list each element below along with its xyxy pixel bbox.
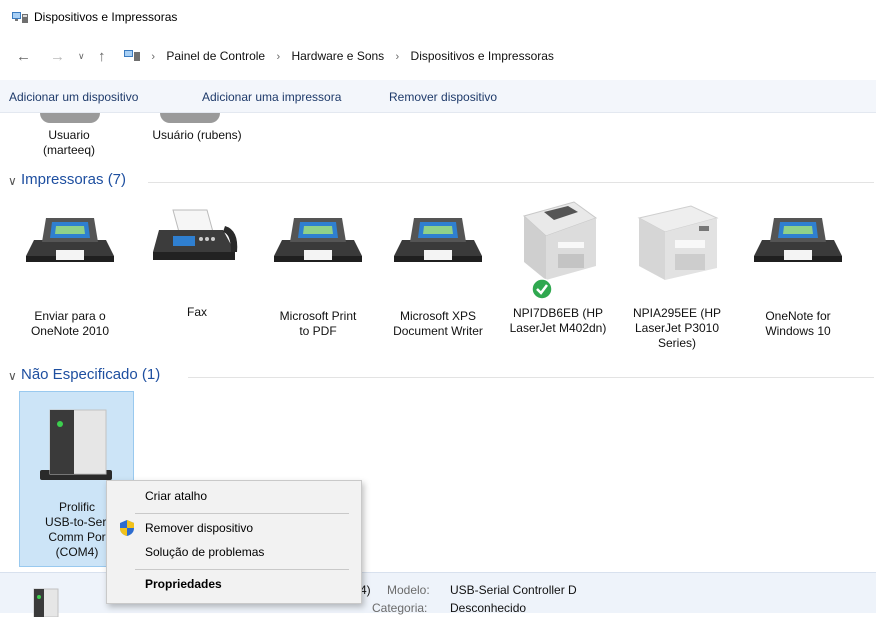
title-bar: Dispositivos e Impressoras bbox=[0, 0, 876, 34]
details-category-label: Categoria: bbox=[372, 601, 428, 615]
remove-device-button[interactable]: Remover dispositivo bbox=[389, 90, 497, 104]
group-header-printers[interactable]: Impressoras (7) bbox=[21, 171, 126, 188]
device-label: LaserJet P3010 bbox=[634, 321, 720, 335]
device-label: Series) bbox=[657, 336, 696, 350]
group-header-unspecified[interactable]: Não Especificado (1) bbox=[21, 366, 160, 383]
printer-icon bbox=[394, 218, 482, 262]
add-device-button[interactable]: Adicionar um dispositivo bbox=[9, 90, 138, 104]
breadcrumb-item-devices[interactable]: Dispositivos e Impressoras bbox=[411, 49, 554, 63]
fax-icon bbox=[153, 209, 238, 260]
printer-icon bbox=[26, 218, 114, 262]
details-category-value: Desconhecido bbox=[450, 601, 527, 615]
add-printer-button[interactable]: Adicionar uma impressora bbox=[202, 90, 341, 104]
device-xps-writer[interactable]: Microsoft XPS Document Writer bbox=[378, 212, 498, 339]
window-title: Dispositivos e Impressoras bbox=[34, 10, 178, 24]
device-label: Usuário (rubens) bbox=[152, 128, 242, 142]
device-label: Windows 10 bbox=[765, 324, 831, 338]
details-model-value: USB-Serial Controller D bbox=[450, 583, 577, 597]
device-label: Usuario bbox=[48, 128, 90, 142]
device-label: Microsoft XPS bbox=[399, 309, 477, 323]
device-user-rubens[interactable]: Usuário (rubens) bbox=[137, 128, 257, 143]
back-arrow-icon[interactable]: ← bbox=[16, 48, 31, 65]
breadcrumb-separator-icon: › bbox=[395, 51, 400, 63]
command-bar: Adicionar um dispositivo Adicionar uma i… bbox=[0, 80, 876, 113]
device-label: NPI7DB6EB (HP bbox=[512, 306, 604, 320]
device-label: Microsoft Print bbox=[279, 309, 357, 323]
device-onenote-win10[interactable]: OneNote for Windows 10 bbox=[738, 212, 858, 339]
usb-device-icon bbox=[33, 588, 59, 617]
group-divider bbox=[148, 182, 874, 183]
user-avatar-icon bbox=[40, 113, 100, 123]
default-printer-check-icon bbox=[531, 278, 553, 300]
device-label: Enviar para o bbox=[34, 309, 106, 323]
breadcrumb-separator-icon: › bbox=[151, 51, 156, 63]
breadcrumb: › Painel de Controle › Hardware e Sons ›… bbox=[124, 48, 554, 63]
device-print-to-pdf[interactable]: Microsoft Print to PDF bbox=[258, 212, 378, 339]
forward-arrow-icon[interactable]: → bbox=[50, 48, 65, 65]
menu-item-remove-device[interactable]: Remover dispositivo bbox=[145, 521, 253, 535]
details-model-label: Modelo: bbox=[387, 583, 430, 597]
device-label: (marteeq) bbox=[42, 143, 95, 157]
laser-printer-icon bbox=[522, 201, 598, 280]
breadcrumb-separator-icon: › bbox=[276, 51, 281, 63]
device-label: Document Writer bbox=[393, 324, 483, 338]
printer-icon bbox=[754, 218, 842, 262]
uac-shield-icon bbox=[120, 520, 134, 536]
menu-separator bbox=[135, 513, 349, 514]
context-menu: Criar atalho Remover dispositivo Solução… bbox=[106, 480, 362, 604]
device-label: to PDF bbox=[299, 324, 337, 338]
device-label: OneNote for bbox=[765, 309, 831, 323]
collapse-chevron-icon[interactable]: ∨ bbox=[8, 174, 17, 188]
device-user-marteeq[interactable]: Usuario (marteeq) bbox=[9, 128, 129, 158]
device-label: NPIA295EE (HP bbox=[632, 306, 722, 320]
printer-icon bbox=[274, 218, 362, 262]
device-label: LaserJet M402dn) bbox=[509, 321, 607, 335]
recent-locations-chevron-icon[interactable]: ∨ bbox=[78, 51, 85, 62]
menu-item-properties[interactable]: Propriedades bbox=[145, 577, 222, 591]
device-hp-m402dn[interactable]: NPI7DB6EB (HP LaserJet M402dn) bbox=[498, 196, 618, 335]
control-panel-icon bbox=[124, 50, 140, 61]
devices-printers-icon bbox=[12, 12, 28, 23]
collapse-chevron-icon[interactable]: ∨ bbox=[8, 369, 17, 383]
laser-printer-icon bbox=[637, 205, 719, 280]
device-fax[interactable]: Fax bbox=[137, 209, 257, 320]
breadcrumb-item-hardware[interactable]: Hardware e Sons bbox=[291, 49, 384, 63]
usb-device-icon bbox=[40, 409, 112, 480]
menu-item-troubleshoot[interactable]: Solução de problemas bbox=[145, 545, 264, 559]
device-hp-p3010[interactable]: NPIA295EE (HP LaserJet P3010 Series) bbox=[617, 196, 737, 350]
menu-item-create-shortcut[interactable]: Criar atalho bbox=[145, 489, 207, 503]
up-arrow-icon[interactable]: ↑ bbox=[98, 48, 106, 65]
device-label: Fax bbox=[186, 305, 207, 319]
device-send-to-onenote[interactable]: Enviar para o OneNote 2010 bbox=[10, 212, 130, 339]
breadcrumb-item-control-panel[interactable]: Painel de Controle bbox=[166, 49, 265, 63]
user-avatar-icon bbox=[160, 113, 220, 123]
address-bar: ← → ∨ ↑ › Painel de Controle › Hardware … bbox=[0, 40, 876, 72]
group-divider bbox=[188, 377, 874, 378]
menu-separator bbox=[135, 569, 349, 570]
device-label: OneNote 2010 bbox=[30, 324, 110, 338]
